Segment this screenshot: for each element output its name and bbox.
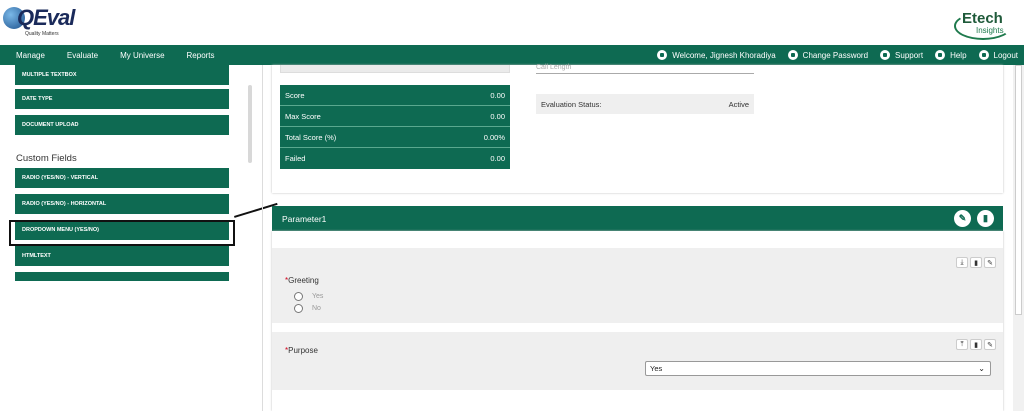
radio-label: Yes <box>312 293 324 300</box>
delete-question-button[interactable]: ▮ <box>970 339 982 350</box>
logout-text: Logout <box>993 50 1018 60</box>
nav-item-my-universe[interactable]: My Universe <box>120 51 164 60</box>
question-label: *Purpose <box>285 346 318 355</box>
nav-user-menu: Welcome, Jignesh Khoradiya Change Passwo… <box>645 45 1018 65</box>
field-palette-sidebar: MULTIPLE TEXTBOX DATE TYPE DOCUMENT UPLO… <box>0 65 260 281</box>
score-row: Max Score 0.00 <box>280 106 510 127</box>
help-icon <box>935 50 946 60</box>
call-length-field[interactable]: Call Length <box>536 64 754 74</box>
nav-menu: Manage Evaluate My Universe Reports <box>16 45 237 65</box>
question-actions: ⤓ ▮ ✎ <box>954 257 996 268</box>
upload-icon: ⤒ <box>960 340 964 348</box>
question-label: *Greeting <box>285 276 319 285</box>
radio-option-yes[interactable]: Yes <box>294 292 323 301</box>
power-icon <box>978 50 989 60</box>
parameter-header: Parameter1 ✎ ▮ <box>272 206 1003 231</box>
move-question-button[interactable]: ⤓ <box>956 257 968 268</box>
etech-logo-text: Etech <box>962 10 1003 27</box>
sidebar-item-next[interactable] <box>15 272 229 281</box>
score-row: Score 0.00 <box>280 85 510 106</box>
score-row: Total Score (%) 0.00% <box>280 127 510 148</box>
trash-icon: ▮ <box>974 259 978 267</box>
page-scrollbar[interactable] <box>1013 65 1024 411</box>
total-score-value: 0.00% <box>483 132 505 142</box>
move-question-button[interactable]: ⤒ <box>956 339 968 350</box>
delete-question-button[interactable]: ▮ <box>970 257 982 268</box>
sidebar-scrollbar[interactable] <box>248 85 252 163</box>
readonly-field <box>280 65 510 73</box>
score-row: Failed 0.00 <box>280 148 510 169</box>
eval-status-label: Evaluation Status: <box>541 99 602 109</box>
gear-icon <box>787 50 798 60</box>
edit-parameter-button[interactable]: ✎ <box>954 210 971 227</box>
welcome-text: Welcome, Jignesh Khoradiya <box>672 50 776 60</box>
sidebar-item-date-type[interactable]: DATE TYPE <box>15 89 229 109</box>
chevron-down-icon: ⌄ <box>978 364 985 373</box>
dropdown-value: Yes <box>650 364 663 373</box>
max-score-value: 0.00 <box>490 111 505 121</box>
top-bar: QEval Quality Matters Etech Insights <box>0 0 1024 45</box>
pencil-icon: ✎ <box>987 341 993 349</box>
sidebar-item-document-upload[interactable]: DOCUMENT UPLOAD <box>15 115 229 135</box>
main-navbar: Manage Evaluate My Universe Reports Welc… <box>0 45 1024 65</box>
support-icon <box>880 50 891 60</box>
support-text: Support <box>895 50 924 60</box>
change-password-link[interactable]: Change Password <box>787 50 869 60</box>
qeval-logo-text: QEval <box>17 5 75 30</box>
qeval-logo[interactable]: QEval Quality Matters <box>3 3 75 39</box>
edit-question-button[interactable]: ✎ <box>984 257 996 268</box>
question-text: Greeting <box>288 276 319 285</box>
pencil-icon: ✎ <box>987 259 993 267</box>
parameter-body: ⤓ ▮ ✎ *Greeting Yes No ⤒ ▮ ✎ *Purpose Ye… <box>272 231 1003 411</box>
eval-status-value: Active <box>728 99 749 109</box>
score-label: Score <box>285 90 305 100</box>
sidebar-item-radio-vertical[interactable]: RADIO (YES/NO) - VERTICAL <box>15 168 229 188</box>
max-score-label: Max Score <box>285 111 321 121</box>
help-text: Help <box>950 50 967 60</box>
edit-question-button[interactable]: ✎ <box>984 339 996 350</box>
highlight-callout-box <box>9 220 235 246</box>
sidebar-item-multiple-textbox[interactable]: MULTIPLE TEXTBOX <box>15 65 229 85</box>
etech-logo-subtext: Insights <box>976 26 1004 35</box>
qeval-logo-tagline: Quality Matters <box>25 31 59 37</box>
evaluation-summary-panel: Call Length Score 0.00 Max Score 0.00 Tota… <box>272 64 1003 193</box>
question-actions: ⤒ ▮ ✎ <box>954 339 996 350</box>
sidebar-item-htmltext[interactable]: HTMLTEXT <box>15 246 229 266</box>
nav-item-reports[interactable]: Reports <box>187 51 215 60</box>
failed-value: 0.00 <box>490 154 505 163</box>
total-score-label: Total Score (%) <box>285 132 337 142</box>
nav-item-manage[interactable]: Manage <box>16 51 45 60</box>
failed-label: Failed <box>285 154 306 163</box>
change-password-text: Change Password <box>802 50 869 60</box>
support-link[interactable]: Support <box>880 50 923 60</box>
custom-fields-heading: Custom Fields <box>16 153 77 164</box>
parameter-title: Parameter1 <box>282 213 327 224</box>
question-purpose: ⤒ ▮ ✎ *Purpose Yes ⌄ <box>272 332 1003 390</box>
welcome-user[interactable]: Welcome, Jignesh Khoradiya <box>657 50 776 60</box>
content-divider <box>262 65 263 411</box>
radio-button[interactable] <box>294 304 303 313</box>
nav-item-evaluate[interactable]: Evaluate <box>67 51 98 60</box>
radio-label: No <box>312 305 321 312</box>
help-link[interactable]: Help <box>935 50 967 60</box>
score-table: Score 0.00 Max Score 0.00 Total Score (%) 0… <box>280 85 510 169</box>
download-icon: ⤓ <box>960 258 964 266</box>
logout-link[interactable]: Logout <box>978 50 1018 60</box>
evaluation-status: Evaluation Status: Active <box>536 94 754 114</box>
purpose-dropdown[interactable]: Yes ⌄ <box>645 361 991 376</box>
radio-option-no[interactable]: No <box>294 304 321 313</box>
sidebar-item-radio-horizontal[interactable]: RADIO (YES/NO) - HORIZONTAL <box>15 194 229 214</box>
pencil-icon: ✎ <box>958 213 967 223</box>
trash-icon: ▮ <box>983 213 988 223</box>
score-value: 0.00 <box>490 90 505 100</box>
radio-button[interactable] <box>294 292 303 301</box>
scrollbar-thumb[interactable] <box>1015 65 1022 315</box>
question-text: Purpose <box>288 346 318 355</box>
delete-parameter-button[interactable]: ▮ <box>977 210 994 227</box>
question-greeting: ⤓ ▮ ✎ *Greeting Yes No <box>272 248 1003 323</box>
user-icon <box>657 50 668 60</box>
trash-icon: ▮ <box>974 341 978 349</box>
etech-logo: Etech Insights <box>954 10 1014 42</box>
